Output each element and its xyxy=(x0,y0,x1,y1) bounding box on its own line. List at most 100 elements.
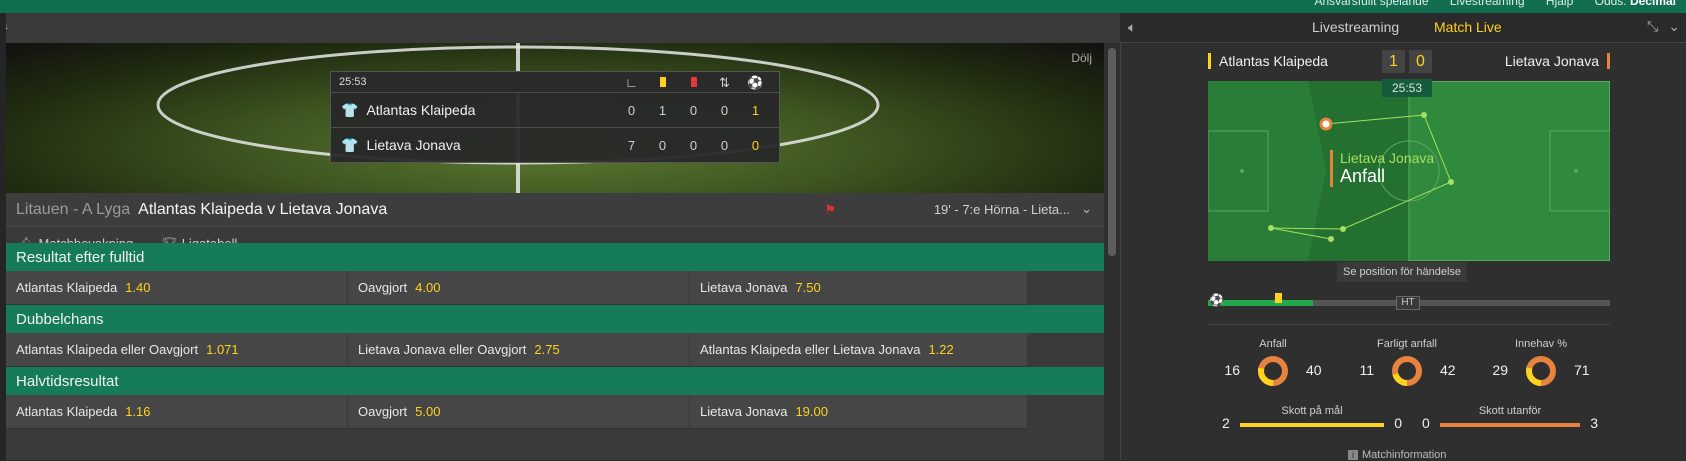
selection-label: Atlantas Klaipeda eller Lietava Jonava xyxy=(700,342,921,357)
scoreboard-row-away: 👕 Lietava Jonava 7 0 0 0 0 xyxy=(331,127,779,162)
shots-off-target-stat: Skott utanför 0 3 xyxy=(1422,405,1598,435)
home-value: 0 xyxy=(1422,415,1430,431)
corners-value: 0 xyxy=(627,102,636,118)
home-value: 29 xyxy=(1492,362,1508,378)
stat-label: Anfall xyxy=(1259,338,1287,350)
stat-label: Skott på mål xyxy=(1281,405,1343,417)
corner-icon: ∟ xyxy=(625,75,638,90)
home-score: 1 xyxy=(1382,50,1405,73)
selection-price: 5.00 xyxy=(415,404,441,419)
top-link[interactable]: Hjälp xyxy=(1546,0,1573,8)
market-odds-row: Atlantas Klaipeda 1.40 Oavgjort 4.00 Lieta… xyxy=(6,271,1104,305)
substitutions-value: 0 xyxy=(720,102,729,118)
selection-price: 4.00 xyxy=(415,280,441,295)
scrollbar-thumb[interactable] xyxy=(1108,48,1116,256)
substitutions-value: 0 xyxy=(720,137,729,153)
selection-price: 19.00 xyxy=(795,404,828,419)
donut-chart xyxy=(1392,356,1422,386)
market-header[interactable]: Halvtidsresultat xyxy=(6,367,1104,395)
event-team: Lietava Jonava xyxy=(1340,150,1435,166)
red-cards-value: 0 xyxy=(689,137,698,153)
odds-button[interactable]: Atlantas Klaipeda eller Oavgjort 1.071 xyxy=(6,333,347,367)
selection-label: Atlantas Klaipeda eller Oavgjort xyxy=(16,342,199,357)
market-header[interactable]: Dubbelchans xyxy=(6,305,1104,333)
top-link[interactable]: Odds xyxy=(1595,0,1624,8)
match-info-label: Matchinformation xyxy=(1362,449,1447,461)
odds-button[interactable]: Atlantas Klaipeda 1.40 xyxy=(6,271,347,305)
yellow-card-icon xyxy=(647,75,678,91)
divider xyxy=(1208,324,1610,325)
league-name[interactable]: Litauen - A Lyga xyxy=(16,201,130,219)
odds-button[interactable]: Lietava Jonava 19.00 xyxy=(690,395,1027,429)
stat-label: Innehav % xyxy=(1515,338,1567,350)
selection-label: Oavgjort xyxy=(358,280,408,295)
goals-value: 1 xyxy=(751,102,760,118)
yellow-cards-value: 1 xyxy=(658,102,667,118)
away-team-name: Lietava Jonava xyxy=(1505,53,1610,69)
stat-bar xyxy=(1240,423,1384,427)
scoreboard-column-icons: ∟ ⇅ ⚽ xyxy=(616,75,771,91)
live-clock: 25:53 xyxy=(1382,79,1432,97)
selection-price: 2.75 xyxy=(534,342,560,357)
selection-price: 1.16 xyxy=(125,404,151,419)
home-value: 11 xyxy=(1359,362,1374,378)
team-stats: 7 0 0 0 0 xyxy=(616,138,771,153)
collapse-icon[interactable]: ⤡ xyxy=(1647,18,1658,35)
stat-label: Skott utanför xyxy=(1478,405,1542,417)
selection-label: Lietava Jonava xyxy=(700,404,788,419)
shots-on-target-stat: Skott på mål 2 0 xyxy=(1222,405,1402,435)
event-label: Lietava Jonava Anfall xyxy=(1330,150,1434,187)
attacks-stat: Anfall 16 40 xyxy=(1208,338,1338,398)
match-info-link[interactable]: i Matchinformation xyxy=(1348,449,1446,461)
selection-price: 1.071 xyxy=(206,342,239,357)
dangerous-attacks-stat: Farligt anfall 11 42 xyxy=(1342,338,1472,398)
top-navigation-strip: Ansvarsfullt spelande Livestreaming Hjäl… xyxy=(0,0,1686,13)
odds-button[interactable]: Lietava Jonava 7.50 xyxy=(690,271,1027,305)
stat-bar-fill xyxy=(1240,423,1384,427)
odds-format-selected[interactable]: Decimal xyxy=(1630,0,1676,8)
selection-label: Atlantas Klaipeda xyxy=(16,404,118,419)
info-icon: i xyxy=(1348,450,1358,460)
team-name: Atlantas Klaipeda xyxy=(366,102,476,118)
odds-button[interactable]: Atlantas Klaipeda eller Lietava Jonava 1.… xyxy=(690,333,1027,367)
selection-price: 7.50 xyxy=(795,280,821,295)
odds-button[interactable]: Oavgjort 5.00 xyxy=(348,395,689,429)
event-type: Anfall xyxy=(1340,166,1386,186)
position-hint[interactable]: Se position för händelse xyxy=(1337,262,1468,282)
tab-livestreaming[interactable]: Livestreaming xyxy=(1312,19,1399,35)
away-value: 0 xyxy=(1394,415,1402,431)
odds-button[interactable]: Atlantas Klaipeda 1.16 xyxy=(6,395,347,429)
donut-chart xyxy=(1258,356,1288,386)
yellow-card-icon xyxy=(1275,293,1282,303)
odds-button[interactable]: Lietava Jonava eller Oavgjort 2.75 xyxy=(348,333,689,367)
odds-button[interactable]: Oavgjort 4.00 xyxy=(348,271,689,305)
pane-divider xyxy=(1120,13,1121,460)
tab-match-live[interactable]: Match Live xyxy=(1434,19,1502,35)
red-cards-value: 0 xyxy=(689,102,698,118)
scoreboard-panel: 25:53 ∟ ⇅ ⚽ 👕 Atlantas Klaipeda 0 1 0 0 … xyxy=(330,71,780,163)
chevron-down-icon[interactable]: ⌄ xyxy=(1668,18,1680,35)
substitution-icon: ⇅ xyxy=(719,75,730,90)
selection-label: Oavgjort xyxy=(358,404,408,419)
yellow-cards-value: 0 xyxy=(658,137,667,153)
market-header[interactable]: Resultat efter fulltid xyxy=(6,243,1104,271)
goal-icon: ⚽ xyxy=(1209,293,1224,307)
home-value: 2 xyxy=(1222,415,1230,431)
shirt-icon: 👕 xyxy=(341,101,359,118)
top-link[interactable]: Ansvarsfullt spelande xyxy=(1314,0,1428,8)
chevron-down-icon[interactable]: ⌄ xyxy=(1081,201,1092,217)
speaker-icon[interactable]: 🔈︎ xyxy=(1128,19,1136,36)
last-event-text[interactable]: 19' - 7:e Hörna - Lieta... xyxy=(934,202,1070,217)
match-clock: 25:53 xyxy=(339,76,367,88)
scoreboard-row-home: 👕 Atlantas Klaipeda 0 1 0 0 1 xyxy=(331,92,779,127)
match-title-bar: Litauen - A Lyga Atlantas Klaipeda v Lie… xyxy=(6,193,1104,227)
away-score: 0 xyxy=(1409,50,1432,73)
goals-value: 0 xyxy=(751,137,760,153)
goal-icon: ⚽ xyxy=(747,75,764,90)
possession-stat: Innehav % 29 71 xyxy=(1476,338,1606,398)
top-link[interactable]: Livestreaming xyxy=(1450,0,1525,8)
selection-price: 1.40 xyxy=(125,280,151,295)
hide-button[interactable]: Dölj xyxy=(1071,51,1092,65)
red-card-icon xyxy=(678,75,709,91)
stat-bar-fill xyxy=(1440,423,1580,427)
